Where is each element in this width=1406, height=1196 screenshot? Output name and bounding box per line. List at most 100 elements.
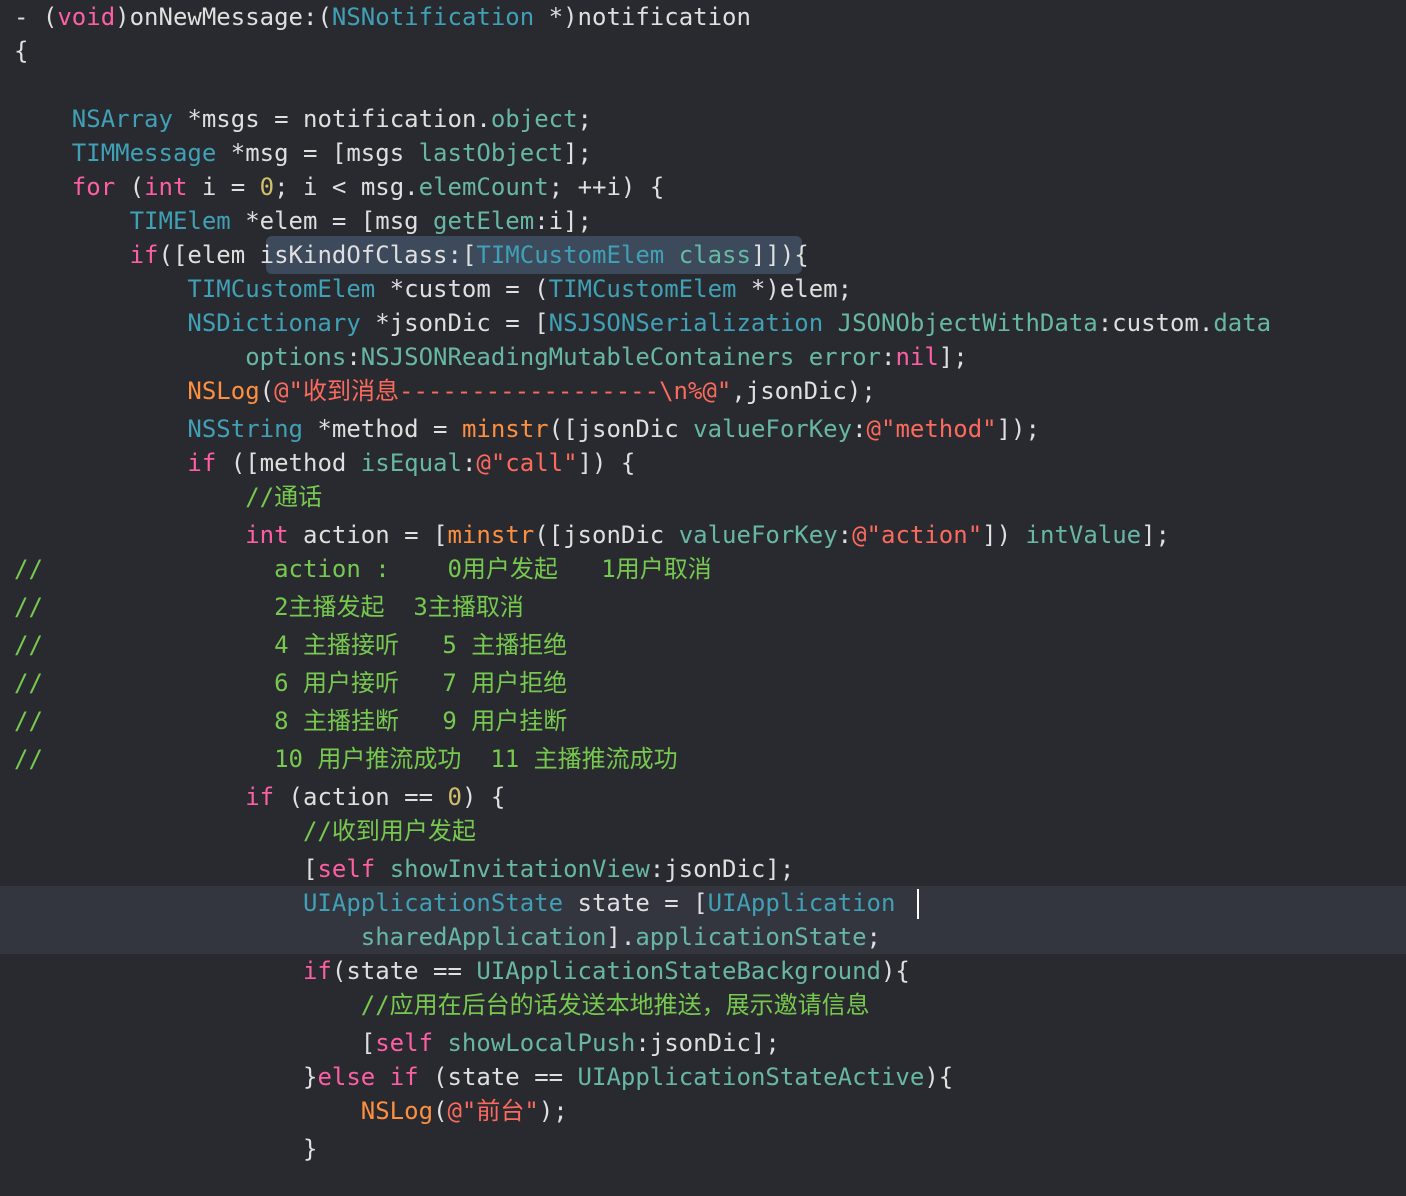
- code-token: // 8 主播挂断 9 用户挂断: [14, 707, 568, 735]
- code-line[interactable]: options:NSJSONReadingMutableContainers e…: [14, 340, 1406, 374]
- code-token: UIApplicationStateBackground: [476, 957, 881, 985]
- code-token: // 4 主播接听 5 主播拒绝: [14, 631, 568, 659]
- code-token: (action ==: [274, 783, 448, 811]
- code-line[interactable]: TIMElem *elem = [msg getElem:i];: [14, 204, 1406, 238]
- code-token: if: [187, 449, 217, 477]
- code-line[interactable]: sharedApplication].applicationState;: [14, 920, 1406, 954]
- code-token: NSString: [187, 415, 303, 443]
- code-line[interactable]: //收到用户发起: [14, 814, 1406, 848]
- code-token: NSLog: [187, 377, 260, 405]
- code-token: i =: [187, 173, 260, 201]
- code-token: :i];: [534, 207, 592, 235]
- code-token: - (: [14, 3, 58, 31]
- code-token: minstr: [447, 521, 535, 549]
- code-token: if: [129, 241, 159, 269]
- code-token: sharedApplication: [360, 923, 607, 951]
- code-token: // action : 0用户发起 1用户取消: [14, 555, 712, 583]
- code-token: ];: [1141, 521, 1171, 549]
- code-line[interactable]: [self showLocalPush:jsonDic];: [14, 1026, 1406, 1060]
- code-token: TIMCustomElem: [187, 275, 376, 303]
- code-line[interactable]: UIApplicationState state = [UIApplicatio…: [14, 886, 1406, 920]
- code-token: );: [538, 1097, 568, 1125]
- text-cursor: [917, 889, 919, 919]
- code-line[interactable]: for (int i = 0; i < msg.elemCount; ++i) …: [14, 170, 1406, 204]
- code-line[interactable]: // 8 主播挂断 9 用户挂断: [14, 704, 1406, 738]
- code-token: NSDictionary: [187, 309, 361, 337]
- code-token: object: [490, 105, 578, 133]
- code-token: getElem: [433, 207, 535, 235]
- code-token: [: [14, 855, 318, 883]
- code-line[interactable]: NSDictionary *jsonDic = [NSJSONSerializa…: [14, 306, 1406, 340]
- code-line[interactable]: if ([method isEqual:@"call"]) {: [14, 446, 1406, 480]
- code-line[interactable]: if(state == UIApplicationStateBackground…: [14, 954, 1406, 988]
- code-editor[interactable]: - (void)onNewMessage:(NSNotification *)n…: [0, 0, 1406, 1196]
- code-token: NSNotification: [331, 3, 535, 31]
- code-token: minstr: [461, 415, 549, 443]
- code-line[interactable]: TIMCustomElem *custom = (TIMCustomElem *…: [14, 272, 1406, 306]
- code-line[interactable]: // 10 用户推流成功 11 主播推流成功: [14, 742, 1406, 776]
- code-token: }: [14, 1063, 318, 1091]
- code-line[interactable]: if (action == 0) {: [14, 780, 1406, 814]
- code-token: [: [14, 1029, 376, 1057]
- code-token: isKindOfClass:: [259, 241, 462, 269]
- code-line[interactable]: NSString *method = minstr([jsonDic value…: [14, 412, 1406, 446]
- code-line[interactable]: NSLog(@"收到消息------------------\n%@",json…: [14, 374, 1406, 408]
- code-token: NSLog: [360, 1097, 434, 1125]
- code-token: :jsonDic];: [649, 855, 795, 883]
- code-line[interactable]: - (void)onNewMessage:(NSNotification *)n…: [14, 0, 1406, 34]
- code-token: ){: [924, 1063, 954, 1091]
- code-token: ]): [982, 521, 1026, 549]
- code-token: }: [14, 1135, 318, 1163]
- code-line[interactable]: }else if (state == UIApplicationStateAct…: [14, 1060, 1406, 1094]
- code-token: :custom.: [1097, 309, 1214, 337]
- code-line[interactable]: // 4 主播接听 5 主播拒绝: [14, 628, 1406, 662]
- code-token: //收到用户发起: [302, 817, 476, 845]
- code-token: isEqual: [360, 449, 462, 477]
- code-token: ;: [577, 105, 592, 133]
- code-line[interactable]: [14, 68, 1406, 102]
- code-token: UIApplicationState: [302, 889, 564, 917]
- code-token: nil: [895, 343, 939, 371]
- code-token: ]]){: [750, 241, 809, 269]
- code-token: :: [852, 415, 867, 443]
- code-line[interactable]: NSArray *msgs = notification.object;: [14, 102, 1406, 136]
- code-token: showInvitationView: [389, 855, 650, 883]
- code-line[interactable]: // action : 0用户发起 1用户取消: [14, 552, 1406, 586]
- code-token: ]) {: [577, 449, 636, 477]
- code-token: data: [1213, 309, 1272, 337]
- code-token: *method =: [302, 415, 462, 443]
- code-line[interactable]: // 2主播发起 3主播取消: [14, 590, 1406, 624]
- code-token: TIMElem: [129, 207, 231, 235]
- code-line[interactable]: //应用在后台的话发送本地推送，展示邀请信息: [14, 988, 1406, 1022]
- code-line[interactable]: if([elem isKindOfClass:[TIMCustomElem cl…: [14, 238, 1406, 272]
- code-token: lastObject: [418, 139, 564, 167]
- code-line[interactable]: [self showInvitationView:jsonDic];: [14, 852, 1406, 886]
- code-line[interactable]: {: [14, 34, 1406, 68]
- code-line[interactable]: int action = [minstr([jsonDic valueForKe…: [14, 518, 1406, 552]
- code-token: *)elem;: [736, 275, 853, 303]
- code-token: int: [144, 173, 188, 201]
- code-token: )onNewMessage:(: [115, 3, 332, 31]
- code-token: (: [259, 377, 275, 405]
- code-token: (state ==: [331, 957, 477, 985]
- code-line[interactable]: TIMMessage *msg = [msgs lastObject];: [14, 136, 1406, 170]
- code-line[interactable]: NSLog(@"前台");: [14, 1094, 1406, 1128]
- code-line[interactable]: // 6 用户接听 7 用户拒绝: [14, 666, 1406, 700]
- code-line[interactable]: }: [14, 1132, 1406, 1166]
- code-line[interactable]: //通话: [14, 480, 1406, 514]
- code-token: *custom = (: [375, 275, 549, 303]
- code-token: {: [14, 37, 29, 65]
- code-token: action = [: [288, 521, 448, 549]
- code-token: options: [245, 343, 347, 371]
